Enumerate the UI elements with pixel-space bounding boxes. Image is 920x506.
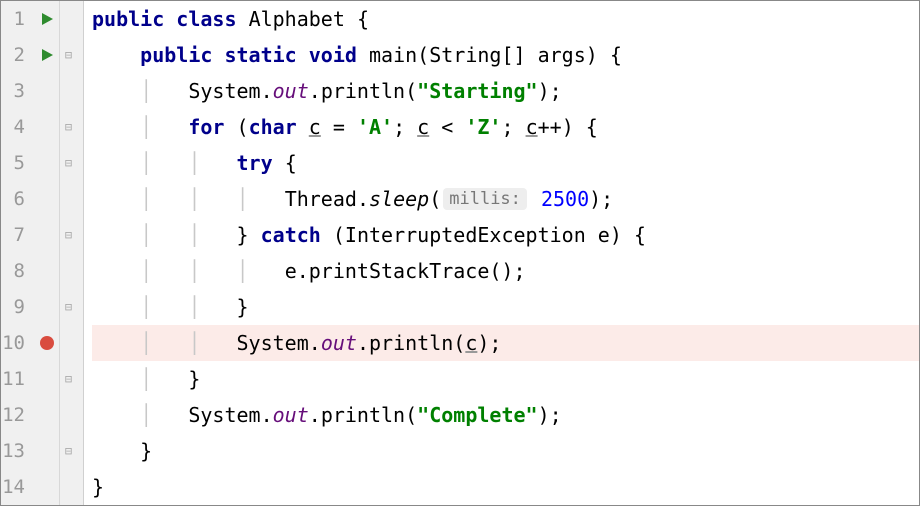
var-c: c [465, 331, 477, 355]
fold-open-icon[interactable]: ⊟ [65, 49, 72, 61]
code-line[interactable]: │ for (char c = 'A'; c < 'Z'; c++) { [92, 109, 919, 145]
line-number: 14 [1, 476, 33, 498]
keyword-public: public [92, 7, 164, 31]
params: String[] args [429, 43, 586, 67]
char-a: 'A' [357, 115, 393, 139]
var-c: c [417, 115, 429, 139]
code-line[interactable]: } [92, 469, 919, 505]
line-number: 7 [1, 224, 33, 246]
method-sleep: sleep [369, 187, 429, 211]
code-line-breakpoint[interactable]: │ │ System.out.println(c); [92, 325, 919, 361]
class-thread: Thread [285, 187, 357, 211]
gutter-row: 5 ⊟ [1, 145, 83, 181]
breakpoint-icon[interactable] [37, 333, 57, 353]
code-line[interactable]: │ System.out.println("Complete"); [92, 397, 919, 433]
line-number: 5 [1, 152, 33, 174]
exception-type: InterruptedException e [345, 223, 610, 247]
gutter-row: 14 [1, 469, 83, 505]
class-name: Alphabet [249, 7, 345, 31]
keyword-try: try [237, 151, 273, 175]
code-line[interactable]: } [92, 433, 919, 469]
fold-open-icon[interactable]: ⊟ [65, 121, 72, 133]
class-system: System [237, 331, 309, 355]
gutter-row: 9 ⊟ [1, 289, 83, 325]
gutter-row: 6 [1, 181, 83, 217]
param-hint-millis: millis: [443, 188, 527, 210]
code-area[interactable]: public class Alphabet { public static vo… [84, 1, 919, 505]
code-line[interactable]: │ │ try { [92, 145, 919, 181]
keyword-class: class [176, 7, 236, 31]
gutter-row: 8 [1, 253, 83, 289]
code-line[interactable]: │ │ │ e.printStackTrace(); [92, 253, 919, 289]
method-println: println [321, 79, 405, 103]
fold-close-icon[interactable]: ⊟ [65, 445, 72, 457]
stmt-stacktrace: e.printStackTrace() [285, 259, 514, 283]
line-number: 13 [1, 440, 33, 462]
code-line[interactable]: public class Alphabet { [92, 1, 919, 37]
run-icon[interactable] [37, 45, 57, 65]
keyword-catch: catch [261, 223, 321, 247]
code-line[interactable]: │ │ } [92, 289, 919, 325]
keyword-void: void [309, 43, 357, 67]
var-c: c [526, 115, 538, 139]
code-editor: 1 2 ⊟ 3 4 ⊟ 5 ⊟ 6 [1, 1, 919, 505]
code-line[interactable]: │ │ │ Thread.sleep(millis: 2500); [92, 181, 919, 217]
code-line[interactable]: │ System.out.println("Starting"); [92, 73, 919, 109]
string-starting: "Starting" [417, 79, 537, 103]
gutter-row: 11 ⊟ [1, 361, 83, 397]
code-line[interactable]: │ │ } catch (InterruptedException e) { [92, 217, 919, 253]
gutter-row: 1 [1, 1, 83, 37]
class-system: System [188, 79, 260, 103]
line-number: 9 [1, 296, 33, 318]
code-line[interactable]: public static void main(String[] args) { [92, 37, 919, 73]
gutter-row: 7 ⊟ [1, 217, 83, 253]
class-system: System [188, 403, 260, 427]
field-out: out [321, 331, 357, 355]
fold-open-icon[interactable]: ⊟ [65, 157, 72, 169]
field-out: out [273, 79, 309, 103]
fold-close-icon[interactable]: ⊟ [65, 229, 72, 241]
gutter-row: 10 [1, 325, 83, 361]
line-number: 3 [1, 80, 33, 102]
keyword-static: static [224, 43, 296, 67]
fold-close-icon[interactable]: ⊟ [65, 301, 72, 313]
line-number: 12 [1, 404, 33, 426]
gutter-row: 12 [1, 397, 83, 433]
code-line[interactable]: │ } [92, 361, 919, 397]
method-println: println [321, 403, 405, 427]
gutter-row: 3 [1, 73, 83, 109]
string-complete: "Complete" [417, 403, 537, 427]
method-main: main [369, 43, 417, 67]
line-number: 1 [1, 8, 33, 30]
line-number: 8 [1, 260, 33, 282]
line-number: 4 [1, 116, 33, 138]
var-c: c [309, 115, 321, 139]
number-2500: 2500 [541, 187, 589, 211]
keyword-char: char [249, 115, 297, 139]
line-number: 11 [1, 368, 33, 390]
gutter-row: 2 ⊟ [1, 37, 83, 73]
char-z: 'Z' [465, 115, 501, 139]
method-println: println [369, 331, 453, 355]
keyword-public: public [140, 43, 212, 67]
line-number: 2 [1, 44, 33, 66]
gutter: 1 2 ⊟ 3 4 ⊟ 5 ⊟ 6 [1, 1, 84, 505]
fold-close-icon[interactable]: ⊟ [65, 373, 72, 385]
field-out: out [273, 403, 309, 427]
run-icon[interactable] [37, 9, 57, 29]
gutter-row: 13 ⊟ [1, 433, 83, 469]
line-number: 6 [1, 188, 33, 210]
line-number: 10 [1, 332, 33, 354]
keyword-for: for [188, 115, 224, 139]
gutter-row: 4 ⊟ [1, 109, 83, 145]
